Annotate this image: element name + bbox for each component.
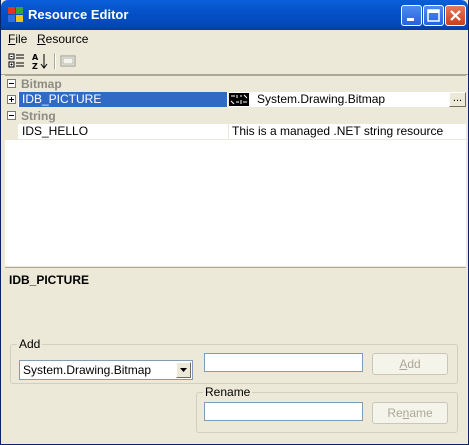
category-label: Bitmap <box>21 77 62 91</box>
plus-icon <box>9 97 14 102</box>
property-value[interactable]: This is a managed .NET string resource <box>232 124 443 139</box>
resource-type-value: System.Drawing.Bitmap <box>23 363 152 377</box>
chevron-down-icon <box>180 368 187 372</box>
rename-group: Rename Rename <box>196 385 458 433</box>
rename-group-legend: Rename <box>203 385 253 399</box>
category-string[interactable]: String <box>5 108 466 124</box>
menu-resource-mnemonic: R <box>37 32 46 46</box>
minimize-button[interactable] <box>401 5 422 26</box>
add-group-legend: Add <box>17 337 43 351</box>
row-gutter <box>5 92 18 108</box>
title-bar[interactable]: Resource Editor <box>1 0 468 30</box>
description-title: IDB_PICTURE <box>9 273 90 287</box>
maximize-icon <box>427 9 440 22</box>
add-button-post: dd <box>407 357 421 371</box>
resource-type-select[interactable]: System.Drawing.Bitmap <box>19 360 193 380</box>
svg-text:A: A <box>32 53 39 62</box>
description-pane: IDB_PICTURE <box>5 267 466 320</box>
property-value[interactable]: System.Drawing.Bitmap <box>257 92 385 107</box>
property-grid: Bitmap IDB_PICTURE System.Drawing.Bitmap… <box>5 75 466 266</box>
app-icon <box>8 7 23 22</box>
minimize-icon <box>407 18 414 21</box>
property-row-idb-picture[interactable]: IDB_PICTURE System.Drawing.Bitmap ... <box>5 92 466 108</box>
collapse-toggle[interactable] <box>7 111 16 120</box>
ellipsis-button[interactable]: ... <box>449 92 466 107</box>
rename-button-pre: Re <box>387 406 403 420</box>
minus-icon <box>9 115 14 116</box>
categorized-view-icon[interactable] <box>8 52 26 70</box>
close-icon <box>450 10 461 21</box>
close-button[interactable] <box>445 5 466 26</box>
expand-toggle[interactable] <box>7 95 16 104</box>
category-label: String <box>21 109 56 123</box>
rename-button-post: ame <box>409 406 433 420</box>
rename-input[interactable] <box>204 402 363 421</box>
property-name[interactable]: IDS_HELLO <box>19 124 227 139</box>
menu-file[interactable]: File <box>8 32 27 46</box>
bitmap-thumbnail-icon <box>229 93 249 106</box>
dropdown-button[interactable] <box>176 362 191 378</box>
collapse-toggle[interactable] <box>7 79 16 88</box>
menu-file-rest: ile <box>15 32 28 46</box>
category-bitmap[interactable]: Bitmap <box>5 76 466 92</box>
minus-icon <box>9 83 14 84</box>
rename-button[interactable]: Rename <box>372 402 448 424</box>
property-name[interactable]: IDB_PICTURE <box>19 92 227 107</box>
svg-text:Z: Z <box>32 62 38 70</box>
add-group: Add System.Drawing.Bitmap Add <box>10 337 458 384</box>
menu-resource-rest: esource <box>45 32 89 46</box>
maximize-button[interactable] <box>423 5 444 26</box>
row-gutter <box>5 124 18 140</box>
resource-editor-window: Resource Editor File Resource A Z Bitmap… <box>0 0 469 445</box>
menu-resource[interactable]: Resource <box>37 32 88 46</box>
window-title: Resource Editor <box>28 7 129 22</box>
menu-bar: File Resource <box>1 30 468 49</box>
add-name-input[interactable] <box>204 353 363 372</box>
toolbar-separator <box>54 53 56 69</box>
column-divider <box>228 124 229 140</box>
add-button[interactable]: Add <box>372 353 448 375</box>
property-row-ids-hello[interactable]: IDS_HELLO This is a managed .NET string … <box>5 124 466 140</box>
alphabetical-sort-icon[interactable]: A Z <box>31 52 49 70</box>
property-pages-icon[interactable] <box>59 52 77 70</box>
toolbar: A Z <box>1 49 468 75</box>
